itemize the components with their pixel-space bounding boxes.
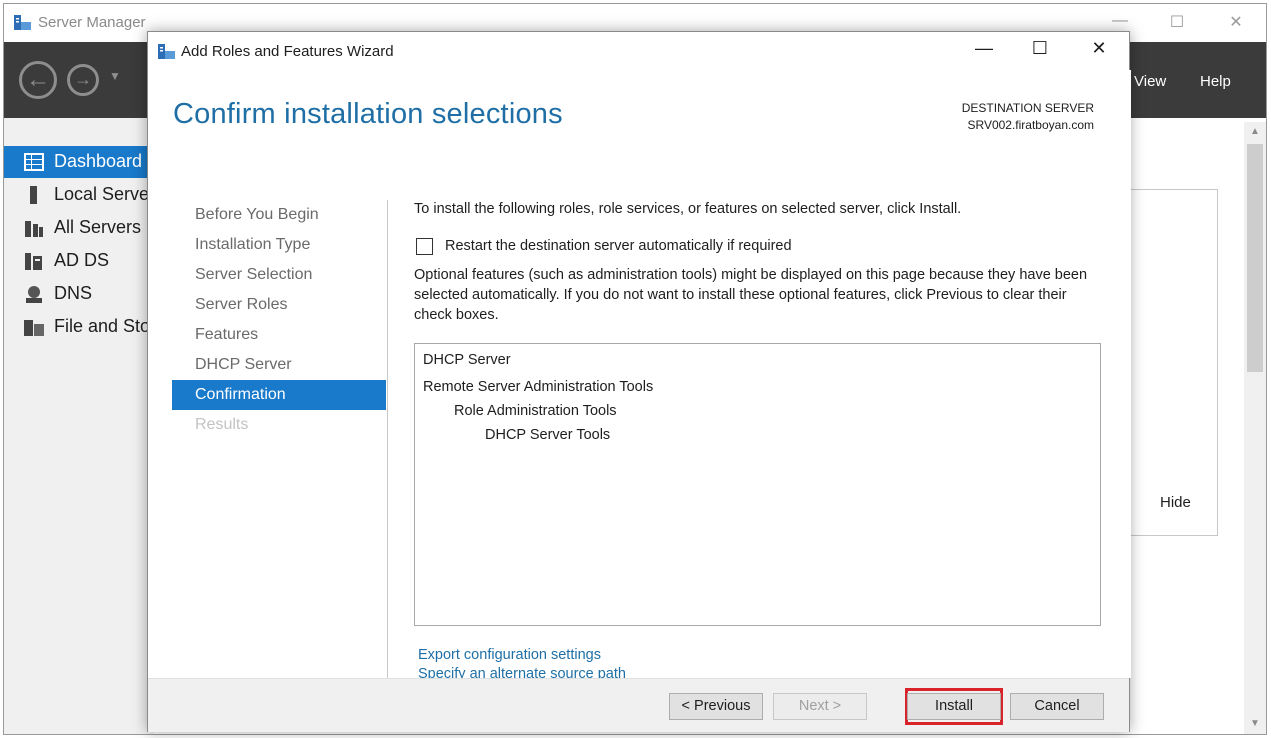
step-server-selection[interactable]: Server Selection bbox=[172, 260, 386, 290]
sidebar-item-label: All Servers bbox=[54, 217, 142, 237]
list-item: Role Administration Tools bbox=[454, 403, 617, 419]
hide-link[interactable]: Hide bbox=[1160, 494, 1191, 511]
sidebar-item-label: DNS bbox=[54, 283, 93, 303]
step-results: Results bbox=[195, 416, 249, 433]
sidebar-item-all-servers[interactable]: All Servers bbox=[4, 212, 154, 244]
sidebar-item-label: Local Server bbox=[54, 184, 154, 204]
wizard-body: Confirm installation selections DESTINAT… bbox=[148, 70, 1131, 684]
wizard-footer: < Previous Next > Install Cancel bbox=[148, 678, 1129, 732]
destination-server-name: SRV002.firatboyan.com bbox=[967, 118, 1094, 132]
all-servers-icon bbox=[25, 221, 43, 237]
restart-checkbox[interactable] bbox=[416, 238, 433, 255]
sidebar-item-label: File and Stor bbox=[54, 316, 154, 336]
cancel-button[interactable]: Cancel bbox=[1010, 693, 1104, 720]
wizard-minimize-button[interactable]: — bbox=[962, 38, 1006, 59]
sidebar-item-dashboard[interactable]: Dashboard bbox=[4, 146, 154, 178]
ad-ds-icon bbox=[25, 253, 42, 270]
add-roles-features-wizard: Add Roles and Features Wizard — ☐ ✕ Conf… bbox=[147, 31, 1131, 732]
nav-dropdown-icon[interactable]: ▼ bbox=[109, 69, 121, 83]
wizard-title: Add Roles and Features Wizard bbox=[181, 43, 394, 60]
sm-minimize-button[interactable]: — bbox=[1100, 12, 1140, 30]
scroll-up-icon[interactable]: ▲ bbox=[1244, 126, 1266, 137]
server-manager-app-icon bbox=[14, 15, 31, 30]
wizard-close-button[interactable]: ✕ bbox=[1077, 38, 1121, 59]
sidebar-item-file-storage[interactable]: File and Stor bbox=[4, 311, 154, 343]
step-dhcp-server[interactable]: DHCP Server bbox=[172, 350, 386, 380]
install-instruction-text: To install the following roles, role ser… bbox=[414, 201, 962, 217]
dashboard-tile bbox=[1130, 189, 1218, 536]
selections-list: DHCP Server Remote Server Administration… bbox=[414, 343, 1101, 626]
restart-checkbox-label[interactable]: Restart the destination server automatic… bbox=[445, 238, 792, 254]
dashboard-icon bbox=[24, 153, 44, 171]
vertical-scrollbar[interactable]: ▲ ▼ bbox=[1244, 122, 1266, 734]
back-arrow-icon[interactable]: ← bbox=[19, 61, 57, 99]
server-manager-title: Server Manager bbox=[38, 14, 146, 31]
wizard-app-icon bbox=[158, 44, 175, 59]
optional-features-note: Optional features (such as administratio… bbox=[414, 267, 1088, 323]
sidebar-item-label: AD DS bbox=[54, 250, 110, 270]
scrollbar-thumb[interactable] bbox=[1247, 144, 1263, 372]
wizard-titlebar: Add Roles and Features Wizard — ☐ ✕ bbox=[148, 32, 1129, 70]
list-item: DHCP Server Tools bbox=[485, 427, 611, 443]
wizard-maximize-button[interactable]: ☐ bbox=[1018, 38, 1062, 59]
step-server-roles[interactable]: Server Roles bbox=[172, 290, 386, 320]
step-confirmation[interactable]: Confirmation bbox=[172, 380, 386, 410]
step-features[interactable]: Features bbox=[172, 320, 386, 350]
previous-button[interactable]: < Previous bbox=[669, 693, 763, 720]
list-item: Remote Server Administration Tools bbox=[423, 379, 654, 395]
dns-icon bbox=[26, 286, 42, 303]
sm-maximize-button[interactable]: ☐ bbox=[1157, 12, 1197, 32]
steps-divider bbox=[387, 200, 388, 684]
step-installation-type[interactable]: Installation Type bbox=[172, 230, 386, 260]
sm-close-button[interactable]: ✕ bbox=[1216, 12, 1256, 32]
scroll-down-icon[interactable]: ▼ bbox=[1244, 718, 1266, 729]
export-configuration-link[interactable]: Export configuration settings bbox=[418, 647, 601, 663]
menu-help[interactable]: Help bbox=[1200, 73, 1231, 90]
list-item: DHCP Server bbox=[423, 352, 511, 368]
page-title: Confirm installation selections bbox=[173, 98, 563, 130]
sidebar-item-label: Dashboard bbox=[54, 151, 143, 171]
destination-server-label: DESTINATION SERVER bbox=[961, 101, 1094, 115]
install-button[interactable]: Install bbox=[907, 693, 1001, 720]
sidebar-item-local-server[interactable]: Local Server bbox=[4, 179, 154, 211]
file-storage-icon bbox=[24, 320, 44, 336]
sidebar-item-dns[interactable]: DNS bbox=[4, 278, 154, 310]
next-button: Next > bbox=[773, 693, 867, 720]
step-before-you-begin[interactable]: Before You Begin bbox=[172, 200, 386, 230]
sidebar-item-ad-ds[interactable]: AD DS bbox=[4, 245, 154, 277]
forward-arrow-icon[interactable]: → bbox=[67, 64, 99, 96]
menu-view[interactable]: View bbox=[1134, 73, 1166, 90]
server-manager-sidebar: Dashboard Local Server All Servers AD DS… bbox=[4, 118, 154, 734]
local-server-icon bbox=[30, 186, 37, 204]
